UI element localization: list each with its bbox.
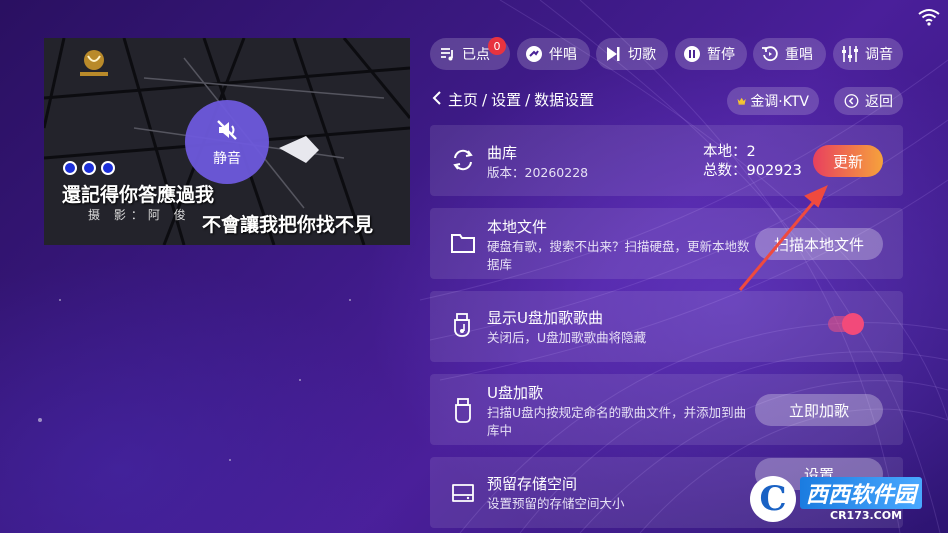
ordered-songs-button[interactable]: 已点 0 xyxy=(430,37,510,70)
breadcrumb-home[interactable]: 主页 xyxy=(448,89,478,110)
local-count-label: 本地： xyxy=(703,144,747,160)
usb-add-card: U盘加歌 扫描U盘内按规定命名的歌曲文件，并添加到曲库中 立即加歌 xyxy=(430,374,903,445)
storage-desc: 设置预留的存储空间大小 xyxy=(487,496,625,511)
countdown-dots xyxy=(63,161,115,175)
lyric-line-2: 不會讓我把你找不見 xyxy=(202,214,374,236)
video-preview[interactable]: 静音 還記得你答應過我 摄 影：阿 俊 不會讓我把你找不見 xyxy=(44,38,410,245)
skip-song-button[interactable]: 切歌 xyxy=(596,38,668,70)
lyric-line-1: 還記得你答應過我 xyxy=(62,184,215,206)
mute-icon xyxy=(217,120,237,140)
vocal-toggle-button[interactable]: 伴唱 xyxy=(517,38,590,70)
back-button[interactable]: 返回 xyxy=(834,87,903,115)
equalizer-icon xyxy=(841,45,859,63)
back-label: 返回 xyxy=(865,94,893,110)
watermark-brand: 西西软件园 xyxy=(800,476,923,509)
video-credit: 摄 影：阿 俊 xyxy=(88,208,191,222)
folder-icon xyxy=(451,234,475,253)
breadcrumb: 主页 / 设置 / 数据设置 xyxy=(432,89,594,110)
usb-add-title: U盘加歌 xyxy=(487,384,543,402)
local-files-desc: 硬盘有歌，搜索不出来？扫描硬盘，更新本地数据库 xyxy=(487,239,750,272)
usb-display-desc: 关闭后，U盘加歌歌曲将隐藏 xyxy=(487,330,647,345)
pause-icon xyxy=(683,45,701,63)
sync-icon xyxy=(453,149,473,171)
usb-display-card: 显示U盘加歌歌曲 关闭后，U盘加歌歌曲将隐藏 xyxy=(430,291,903,362)
channel-logo xyxy=(80,50,108,76)
watermark-logo: C 西西软件园 CR173.COM xyxy=(750,476,930,522)
ordered-label: 已点 xyxy=(462,47,490,63)
library-version: 版本：20260228 xyxy=(487,165,589,180)
usb-icon xyxy=(455,398,471,423)
playlist-icon xyxy=(438,45,456,63)
breadcrumb-settings[interactable]: 设置 xyxy=(491,89,521,110)
library-stats: 本地：2 总数：902923 xyxy=(703,143,802,181)
usb-display-toggle[interactable] xyxy=(828,313,864,335)
library-title: 曲库 xyxy=(487,144,518,162)
vocal-icon xyxy=(525,45,543,63)
library-card: 曲库 版本：20260228 本地：2 总数：902923 更新 xyxy=(430,125,903,196)
wifi-icon xyxy=(918,9,940,26)
tune-label: 调音 xyxy=(865,47,893,63)
storage-title: 预留存储空间 xyxy=(487,475,578,493)
vocal-label: 伴唱 xyxy=(549,47,577,63)
brand-label: 金调·KTV xyxy=(750,94,809,110)
local-files-card: 本地文件 硬盘有歌，搜索不出来？扫描硬盘，更新本地数据库 扫描本地文件 xyxy=(430,208,903,279)
breadcrumb-current: 数据设置 xyxy=(534,91,595,109)
brand-pill[interactable]: 金调·KTV xyxy=(727,87,819,115)
chevron-left-icon[interactable] xyxy=(432,90,442,109)
breadcrumb-separator: / xyxy=(482,90,488,109)
scan-local-files-button[interactable]: 扫描本地文件 xyxy=(755,228,883,260)
usb-music-icon xyxy=(454,313,470,337)
usb-add-desc: 扫描U盘内按规定命名的歌曲文件，并添加到曲库中 xyxy=(487,405,747,438)
pause-label: 暂停 xyxy=(707,47,735,63)
update-button[interactable]: 更新 xyxy=(813,145,883,177)
skip-label: 切歌 xyxy=(628,47,656,63)
mute-label: 静音 xyxy=(213,151,241,167)
skip-icon xyxy=(604,45,622,63)
back-circle-icon xyxy=(844,94,859,108)
ordered-count-badge: 0 xyxy=(488,37,506,55)
local-files-title: 本地文件 xyxy=(487,218,548,236)
total-count-label: 总数： xyxy=(703,163,747,179)
breadcrumb-separator: / xyxy=(525,90,531,109)
replay-icon xyxy=(761,45,779,63)
watermark-c-icon: C xyxy=(750,476,796,522)
crown-icon xyxy=(737,97,746,105)
replay-button[interactable]: 重唱 xyxy=(753,38,826,70)
total-count: 902923 xyxy=(746,163,802,179)
pause-button[interactable]: 暂停 xyxy=(675,38,747,70)
watermark-domain: CR173.COM xyxy=(830,508,903,522)
mute-button[interactable]: 静音 xyxy=(185,100,269,184)
toggle-knob xyxy=(842,313,864,335)
replay-label: 重唱 xyxy=(785,47,813,63)
usb-display-title: 显示U盘加歌歌曲 xyxy=(487,309,603,327)
add-now-button[interactable]: 立即加歌 xyxy=(755,394,883,426)
local-count: 2 xyxy=(746,144,756,160)
drive-icon xyxy=(452,484,474,502)
tune-button[interactable]: 调音 xyxy=(833,38,903,70)
